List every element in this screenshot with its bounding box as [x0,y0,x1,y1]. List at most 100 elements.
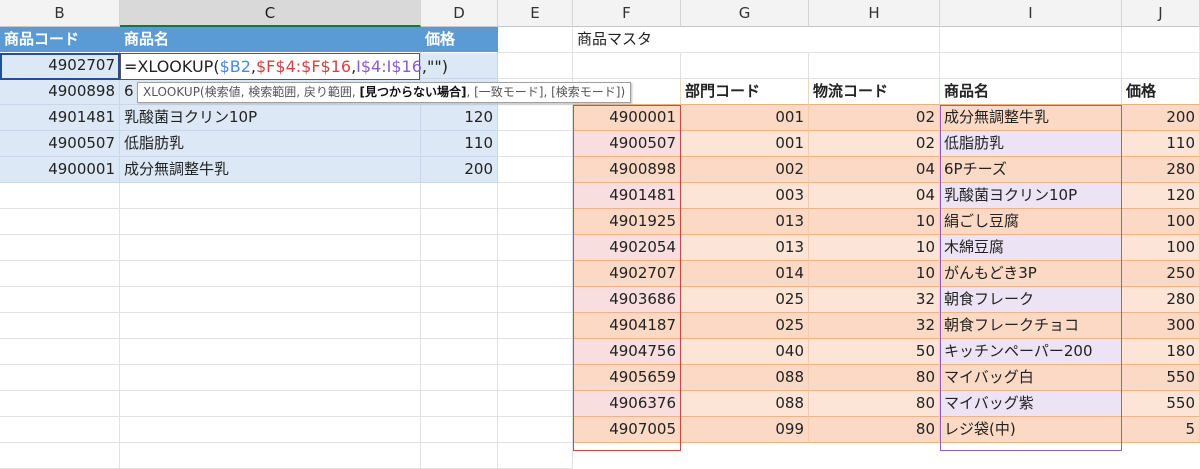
empty-cell[interactable] [421,209,498,235]
cell-price[interactable]: 120 [421,105,498,131]
master-cell-price[interactable]: 550 [1122,391,1200,417]
master-cell-code[interactable]: 4900001 [573,105,681,131]
empty-cell[interactable] [498,105,573,131]
empty-cell[interactable] [120,183,421,209]
cell-name[interactable]: 乳酸菌ヨクリン10P [120,105,421,131]
master-cell-code[interactable]: 4905659 [573,365,681,391]
empty-cell[interactable] [421,365,498,391]
master-cell-price[interactable]: 280 [1122,287,1200,313]
master-cell-logistics-code[interactable]: 10 [809,209,940,235]
cell-price[interactable]: 200 [421,157,498,183]
master-cell-code[interactable]: 4900898 [573,157,681,183]
master-cell-logistics-code[interactable]: 04 [809,183,940,209]
master-header-product-name[interactable]: 商品名 [940,79,1122,105]
master-cell-price[interactable]: 300 [1122,313,1200,339]
master-cell-price[interactable]: 280 [1122,157,1200,183]
empty-cell[interactable] [421,183,498,209]
master-cell-code[interactable]: 4903686 [573,287,681,313]
master-cell-code[interactable]: 4907005 [573,417,681,443]
empty-cell[interactable] [498,53,573,79]
column-header-d[interactable]: D [421,0,498,27]
master-cell-product-name[interactable]: 6Pチーズ [940,157,1122,183]
master-cell-logistics-code[interactable]: 80 [809,365,940,391]
master-cell-dept-code[interactable]: 002 [681,157,809,183]
empty-cell[interactable] [421,443,498,469]
master-cell-dept-code[interactable]: 088 [681,391,809,417]
cell-code[interactable]: 4900898 [0,79,120,105]
master-cell-logistics-code[interactable]: 32 [809,287,940,313]
empty-cell[interactable] [498,287,573,313]
header-price[interactable]: 価格 [421,27,498,53]
function-tooltip[interactable]: XLOOKUP(検索値, 検索範囲, 戻り範囲, [見つからない場合], [一致… [137,82,632,103]
master-cell-product-name[interactable]: 絹ごし豆腐 [940,209,1122,235]
column-header-j[interactable]: J [1122,0,1200,27]
empty-cell[interactable] [120,443,421,469]
empty-cell[interactable] [421,391,498,417]
empty-cell[interactable] [120,209,421,235]
cell-code[interactable]: 4900507 [0,131,120,157]
master-cell-dept-code[interactable]: 001 [681,131,809,157]
empty-cell[interactable] [498,261,573,287]
master-cell-code[interactable]: 4900507 [573,131,681,157]
empty-cell[interactable] [0,443,120,469]
master-cell-dept-code[interactable]: 003 [681,183,809,209]
empty-cell[interactable] [120,261,421,287]
master-cell-logistics-code[interactable]: 02 [809,131,940,157]
master-title[interactable]: 商品マスタ [573,27,809,53]
master-cell-logistics-code[interactable]: 32 [809,313,940,339]
master-cell-logistics-code[interactable]: 04 [809,157,940,183]
master-cell-logistics-code[interactable]: 10 [809,235,940,261]
master-cell-logistics-code[interactable]: 02 [809,105,940,131]
master-cell-product-name[interactable]: 朝食フレーク [940,287,1122,313]
formula-editor[interactable]: =XLOOKUP($B2,$F$4:$F$16,I$4:I$16,"") [120,53,448,80]
empty-cell[interactable] [120,235,421,261]
header-product-name[interactable]: 商品名 [120,27,421,53]
column-header-f[interactable]: F [573,0,681,27]
empty-cell[interactable] [498,27,573,53]
master-cell-price[interactable]: 550 [1122,365,1200,391]
master-cell-logistics-code[interactable]: 80 [809,391,940,417]
empty-cell[interactable] [0,365,120,391]
master-cell-price[interactable]: 100 [1122,209,1200,235]
empty-cell[interactable] [498,391,573,417]
column-header-i[interactable]: I [940,0,1122,27]
empty-cell[interactable] [940,27,1122,53]
cell-code[interactable]: 4900001 [0,157,120,183]
empty-cell[interactable] [421,313,498,339]
master-cell-price[interactable]: 100 [1122,235,1200,261]
master-cell-dept-code[interactable]: 025 [681,287,809,313]
header-product-code[interactable]: 商品コード [0,27,120,53]
master-cell-code[interactable]: 4901925 [573,209,681,235]
master-cell-dept-code[interactable]: 088 [681,365,809,391]
empty-cell[interactable] [421,287,498,313]
master-cell-price[interactable]: 120 [1122,183,1200,209]
empty-cell[interactable] [681,53,809,79]
empty-cell[interactable] [120,365,421,391]
empty-cell[interactable] [120,417,421,443]
empty-cell[interactable] [573,53,681,79]
empty-cell[interactable] [498,339,573,365]
master-cell-code[interactable]: 4906376 [573,391,681,417]
column-header-b[interactable]: B [0,0,120,27]
empty-cell[interactable] [120,391,421,417]
master-cell-code[interactable]: 4904187 [573,313,681,339]
master-cell-product-name[interactable]: マイバッグ白 [940,365,1122,391]
cell-code[interactable]: 4901481 [0,105,120,131]
master-cell-code[interactable]: 4904756 [573,339,681,365]
empty-cell[interactable] [809,53,940,79]
empty-cell[interactable] [498,157,573,183]
master-cell-dept-code[interactable]: 099 [681,417,809,443]
empty-cell[interactable] [120,287,421,313]
empty-cell[interactable] [498,365,573,391]
cell-price[interactable]: 110 [421,131,498,157]
empty-cell[interactable] [1122,27,1200,53]
empty-cell[interactable] [0,313,120,339]
empty-cell[interactable] [809,27,940,53]
empty-cell[interactable] [498,443,573,469]
master-cell-price[interactable]: 110 [1122,131,1200,157]
empty-cell[interactable] [940,53,1122,79]
master-cell-dept-code[interactable]: 013 [681,209,809,235]
master-cell-product-name[interactable]: 朝食フレークチョコ [940,313,1122,339]
master-cell-dept-code[interactable]: 014 [681,261,809,287]
column-header-h[interactable]: H [809,0,940,27]
